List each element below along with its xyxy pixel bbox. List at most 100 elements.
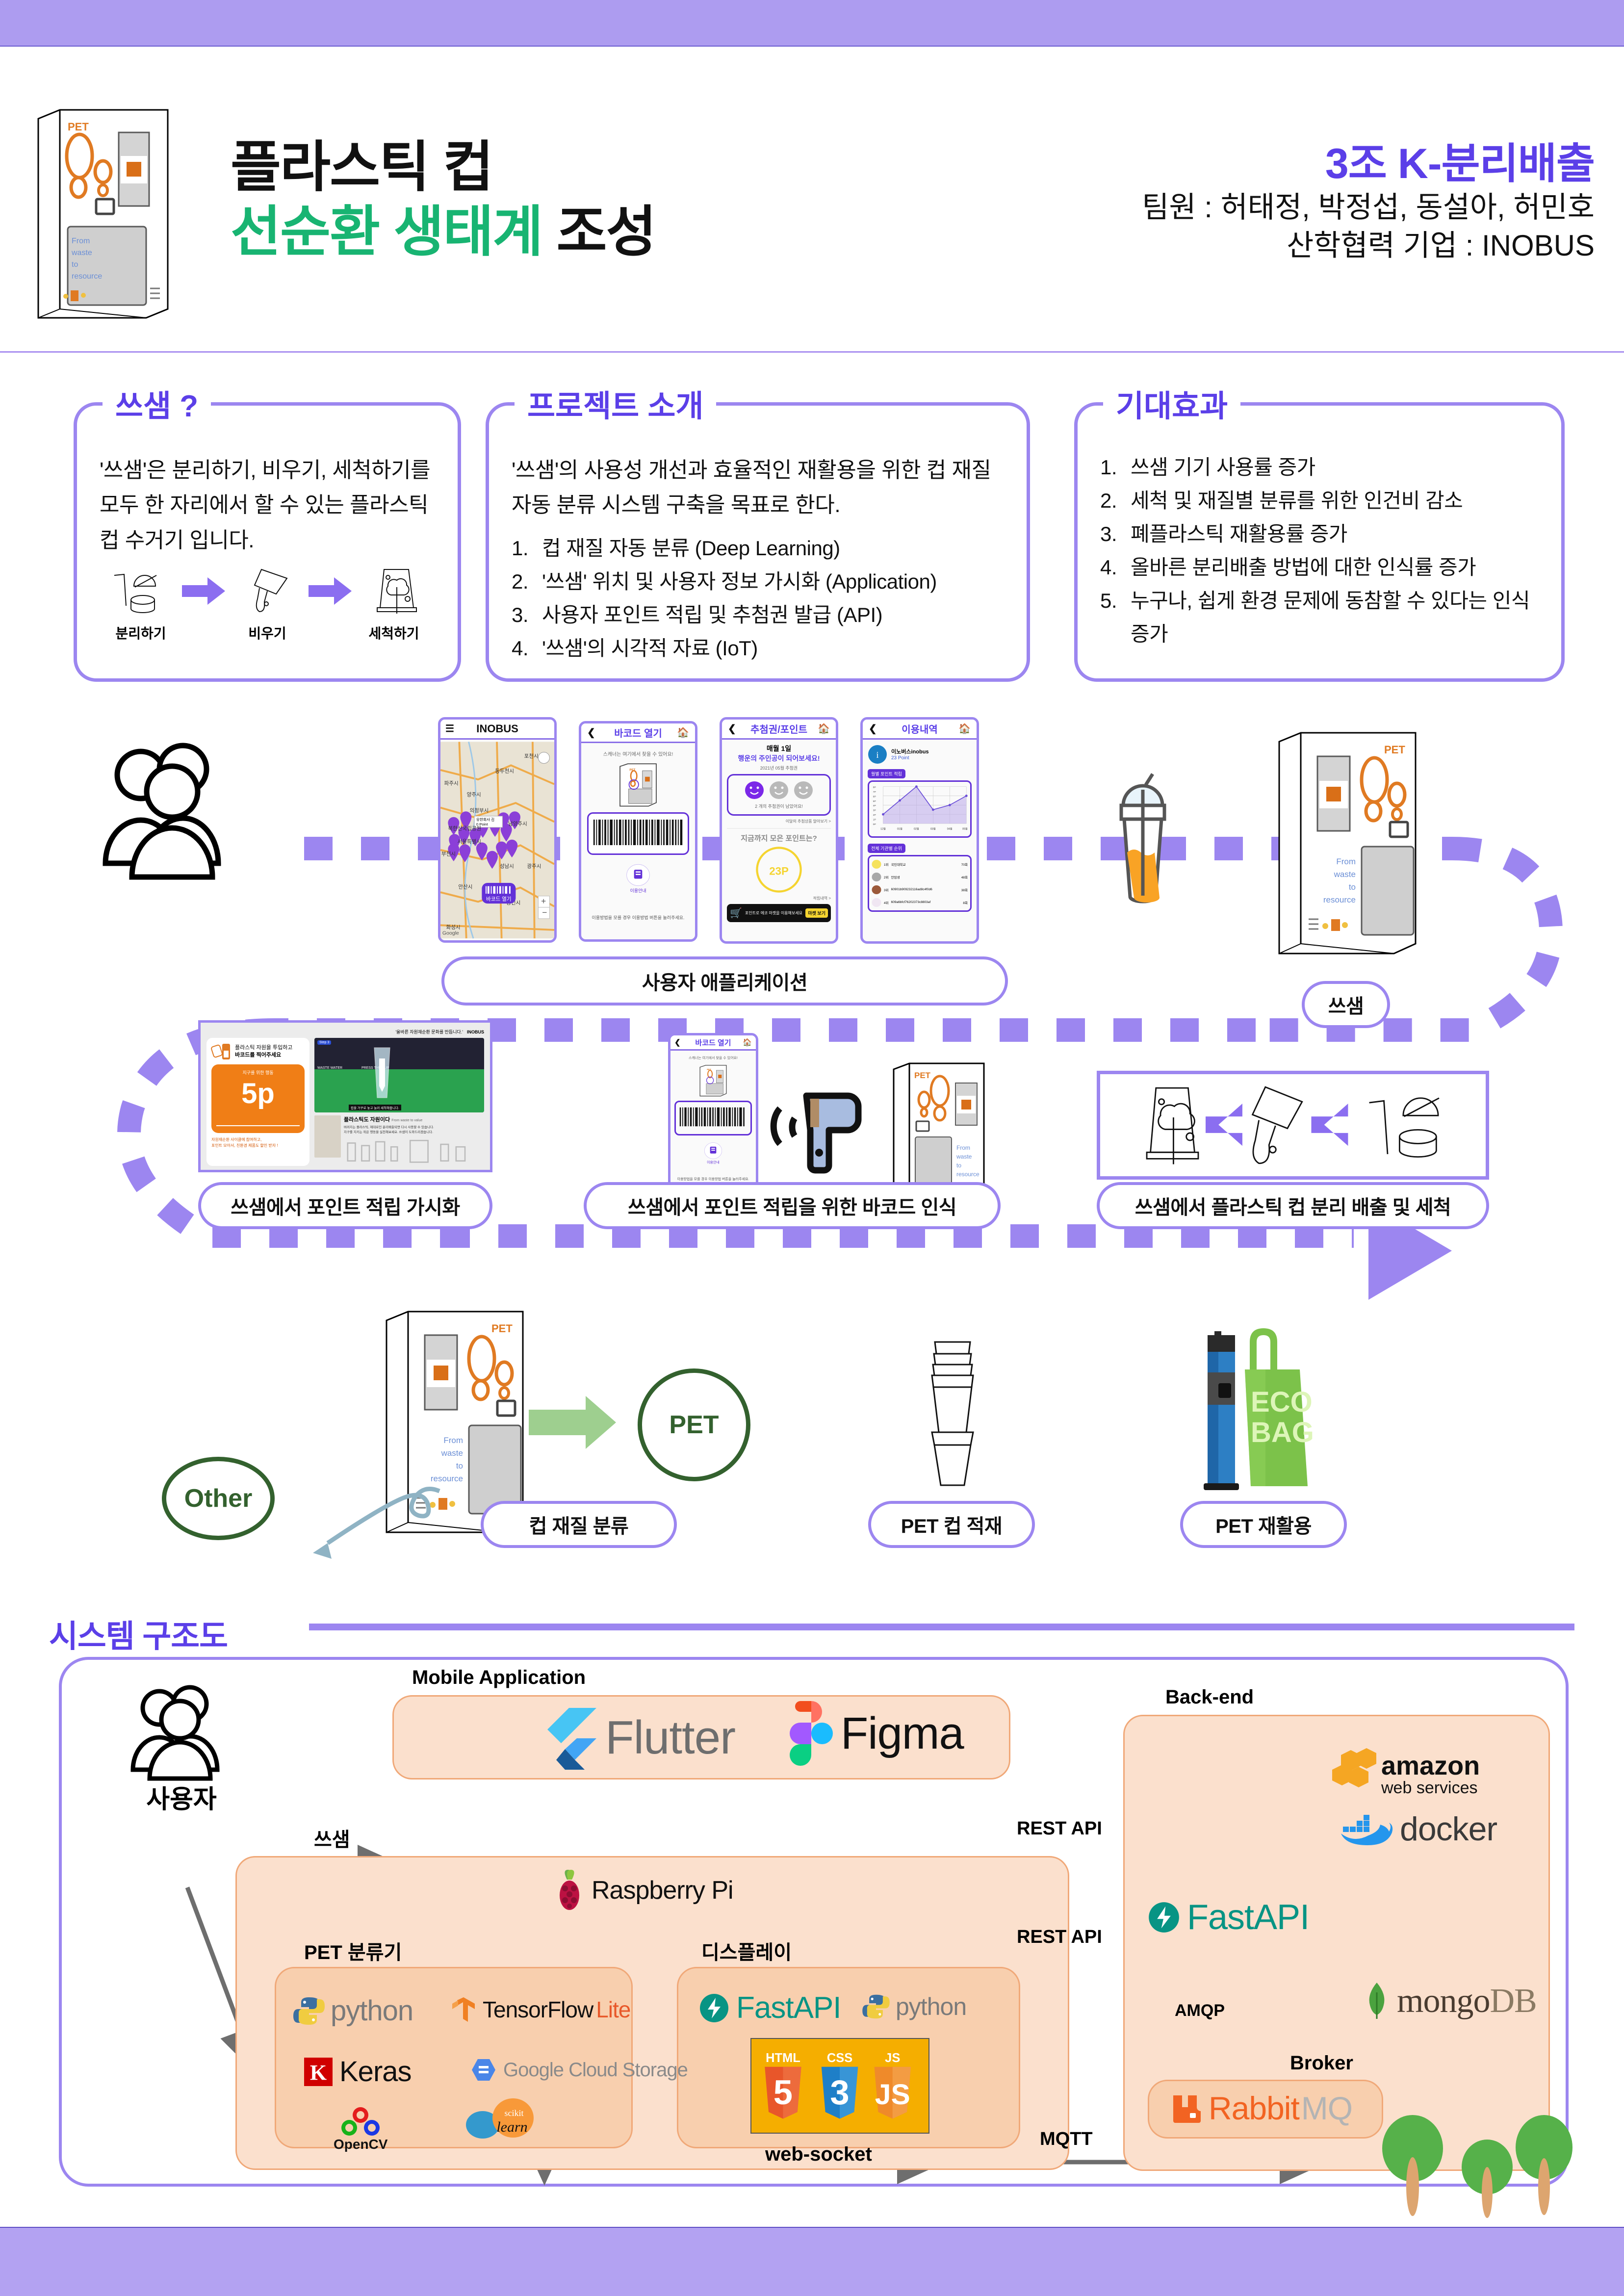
collected-label: 지금까지 모은 포인트는?: [741, 834, 817, 843]
card-intro-paragraph: '쓰샘'의 사용성 개선과 효율적인 재활용을 위한 컵 재질 자동 분류 시스…: [512, 458, 991, 517]
svg-text:동두천시: 동두천시: [495, 768, 514, 774]
hamburger-icon[interactable]: ☰: [445, 722, 454, 735]
map-canvas[interactable]: 유한회사 김 0 Point 포천시동두천시파주시 양주시의정부시북한산국립공원…: [440, 740, 554, 941]
svg-text:to: to: [1349, 882, 1356, 892]
back-chevron-icon[interactable]: ❮: [674, 1038, 681, 1047]
step-empty-label: 비우기: [248, 625, 286, 641]
rank-section-label: 전체 기관별 순위: [868, 843, 905, 853]
back-chevron-icon[interactable]: ❮: [587, 726, 595, 739]
svg-text:3P: 3P: [873, 809, 876, 812]
amazon-web-services-logo: amazon web services: [1329, 1747, 1480, 1806]
team-partner: 산학협력 기업 : INOBUS: [1287, 229, 1595, 262]
tensorflow-label: TensorFlow: [483, 1997, 593, 2022]
back-chevron-icon[interactable]: ❮: [728, 722, 736, 735]
pet-classifier-label: PET 분류기: [304, 1942, 402, 1963]
svg-text:5P: 5P: [873, 800, 876, 802]
svg-text:BAG: BAG: [1251, 1417, 1314, 1448]
raspberry-pi-logo: Raspberry Pi: [554, 1869, 734, 1912]
flutter-icon: [547, 1708, 596, 1770]
drink-cup-icon: [1119, 773, 1166, 903]
effect-item-3: 3. 폐플라스틱 재활용률 증가: [1100, 517, 1539, 551]
poster-title-line2: 선순환 생태계 조성: [231, 200, 657, 264]
python-label: python: [331, 1995, 413, 2027]
user-name: 이노버스inobus: [891, 749, 929, 755]
svg-text:성남시: 성남시: [500, 863, 514, 869]
html-css-js-icons: HTML CSS JS 5 3 JS: [765, 2051, 911, 2119]
home-icon[interactable]: 🏠: [818, 722, 830, 735]
svg-text:to: to: [456, 1461, 463, 1470]
guide-button[interactable]: 이용안내: [587, 863, 689, 894]
pet-circle-label: PET: [638, 1368, 750, 1481]
arrow-right-icon-1: [182, 577, 225, 605]
guide-icon[interactable]: [704, 1141, 722, 1160]
points-chart: 8P 7P 6P 5P 4P 3P 2P 1P 0P 12월 01월 02월 03월 04월 05월: [868, 780, 972, 838]
svg-text:6P: 6P: [873, 795, 876, 798]
points-app-title: 추첨권/포인트: [750, 724, 807, 736]
svg-text:scikit: scikit: [505, 2108, 524, 2118]
back-chevron-icon[interactable]: ❮: [869, 722, 877, 735]
phone-barcode-screen[interactable]: ❮ 바코드 열기 🏠 스캐너는 여기에서 찾을 수 있어요! PET 이용안내 …: [579, 721, 697, 942]
barcode-image: [679, 1108, 745, 1127]
smiley-muted-icon-1: [770, 781, 788, 799]
history-link[interactable]: 적립내역 >: [727, 896, 831, 901]
phone-history-screen[interactable]: ❮ 이용내역 🏠 i 이노버스inobus 23 Point 월별 포인트 적립…: [860, 717, 979, 944]
home-icon[interactable]: 🏠: [743, 1038, 752, 1047]
rank-count: 8회: [963, 901, 968, 905]
barcode-small-frame[interactable]: [674, 1101, 752, 1136]
barcode-app-title: 바코드 열기: [614, 728, 662, 739]
google-cloud-storage-logo: Google Cloud Storage: [471, 2058, 688, 2082]
python-display-logo: python: [862, 1992, 967, 2021]
intro-item-2: 2. '쓰샘' 위치 및 사용자 정보 가시화 (Application): [512, 565, 1004, 598]
barcode-small-app-bar: ❮ 바코드 열기 🏠: [670, 1035, 756, 1051]
team-name: 3조 K-분리배출: [1325, 140, 1595, 187]
home-icon[interactable]: 🏠: [677, 726, 689, 739]
intro-item-1-num: 1.: [512, 536, 529, 560]
barcode-small-hint: 스캐너는 여기에서 찾을 수 있어요!: [689, 1057, 738, 1060]
barcode-frame[interactable]: [587, 812, 689, 855]
caption-pet-cup-stacking: PET 컵 적재: [868, 1501, 1035, 1548]
svg-text:2P: 2P: [873, 814, 876, 817]
caption-separate-and-wash: 쓰샘에서 플라스틱 컵 분리 배출 및 세척: [1097, 1182, 1489, 1229]
svg-text:광주시: 광주시: [527, 863, 541, 869]
cart-icon: 🛒: [730, 907, 742, 919]
market-banner[interactable]: 🛒 포인트로 에코 마켓을 이용해보세요 마켓 보기: [727, 903, 831, 922]
rank-row: 1위 국민대학교 70회: [872, 859, 968, 869]
svg-text:파주시: 파주시: [444, 780, 459, 786]
user-point: 23 Point: [891, 755, 909, 761]
home-icon[interactable]: 🏠: [958, 722, 971, 735]
card-about-title: 쓰샘 ?: [103, 381, 211, 425]
rank-count: 38회: [961, 888, 968, 892]
figma-label: Figma: [841, 1708, 964, 1758]
broker-label: Broker: [1290, 2052, 1353, 2074]
kiosk-photo: Step 3 WASTE WATER PRESS THE CUP 컵을 거꾸로 …: [314, 1038, 484, 1112]
raspberry-pi-icon: [560, 1870, 579, 1910]
avatar: i: [868, 745, 887, 764]
kiosk-thumbnail-icon: PET: [699, 1065, 727, 1097]
rank-name: 국민대학교: [891, 863, 906, 867]
rank-name: 609a6bfcf76202373c8803af: [891, 901, 931, 904]
svg-text:waste: waste: [71, 249, 92, 257]
svg-text:의정부시: 의정부시: [469, 808, 489, 814]
market-button[interactable]: 마켓 보기: [805, 908, 828, 918]
phone-map-screen[interactable]: ☰ INOBUS 유한회사 김 0 Point 포천시 동두천시 파주시 양주시…: [438, 717, 557, 943]
ticket-faces: [728, 780, 829, 800]
svg-text:화성시: 화성시: [446, 924, 461, 930]
card-project-intro: 프로젝트 소개 '쓰샘'의 사용성 개선과 효율적인 재활용을 위한 컵 재질 …: [486, 381, 1030, 682]
svg-text:to: to: [956, 1162, 961, 1169]
opencv-icon: [341, 2107, 380, 2136]
lottery-link[interactable]: 이달의 추첨상품 알아보기 >: [727, 819, 831, 824]
phone-points-screen[interactable]: ❮ 추첨권/포인트 🏠 매월 1일 행운의 주인공이 되어보세요! 2021년 …: [720, 717, 838, 944]
caption-pet-recycling: PET 재활용: [1180, 1501, 1347, 1548]
phone-barcode-small[interactable]: ❮ 바코드 열기 🏠 스캐너는 여기에서 찾을 수 있어요! PET 이용안내 …: [668, 1033, 758, 1207]
intro-item-4: 4. '쓰샘'의 시각적 자료 (IoT): [512, 632, 1004, 665]
step-wash-label: 세척하기: [368, 625, 419, 641]
rabbitmq-label-b: MQ: [1301, 2090, 1353, 2126]
step-empty: 비우기: [226, 567, 309, 643]
svg-text:JS: JS: [885, 2051, 900, 2065]
gcs-label: Google Cloud Storage: [503, 2059, 688, 2081]
intro-item-1-text: 컵 재질 자동 분류 (Deep Learning): [542, 536, 840, 560]
rank-position: 3위: [884, 888, 889, 892]
kiosk-promo-1: 자원재순환 사이클에 참여하고,: [211, 1137, 262, 1142]
mongodb-label-b: DB: [1490, 1982, 1537, 2020]
poster-title-green: 선순환 생태계: [231, 201, 543, 263]
